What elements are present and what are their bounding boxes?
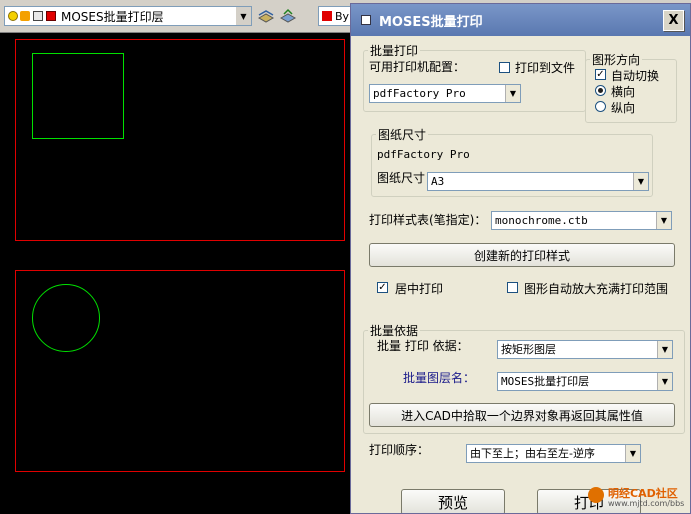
print-frame-bottom <box>15 270 345 472</box>
batch-layer-select[interactable]: MOSES批量打印层 ▼ <box>497 372 673 391</box>
portrait-radio[interactable] <box>595 101 606 112</box>
auto-fit-checkbox[interactable] <box>507 282 518 293</box>
site-watermark: 明经CAD社区 www.mjtd.com/bbs <box>588 485 688 511</box>
layer-color-swatch <box>46 11 56 21</box>
green-rectangle <box>32 53 124 139</box>
batch-basis-value: 按矩形图层 <box>501 343 556 356</box>
layer-previous-icon[interactable] <box>278 6 298 26</box>
watermark-logo-icon <box>588 487 604 503</box>
center-print-checkbox[interactable]: ✓ <box>377 282 388 293</box>
plot-style-value: monochrome.ctb <box>495 214 588 227</box>
batch-print-dialog: MOSES批量打印 X 批量打印 可用打印机配置： 打印到文件 pdfFacto… <box>350 3 691 514</box>
auto-fit-label: 图形自动放大充满打印范围 <box>524 282 669 296</box>
close-button[interactable]: X <box>663 10 684 31</box>
landscape-label: 横向 <box>611 85 636 99</box>
batch-layer-label: 批量图层名： <box>403 371 476 385</box>
chevron-down-icon: ▼ <box>657 373 672 390</box>
pick-boundary-button[interactable]: 进入CAD中拾取一个边界对象再返回其属性值 <box>369 403 675 427</box>
preview-button[interactable]: 预览 <box>401 489 505 513</box>
print-to-file-label: 打印到文件 <box>515 61 576 75</box>
batch-basis-select[interactable]: 按矩形图层 ▼ <box>497 340 673 359</box>
auto-switch-checkbox[interactable]: ✓ <box>595 69 606 80</box>
sun-icon <box>20 11 30 21</box>
paper-size-value: A3 <box>431 175 445 188</box>
lock-icon <box>33 11 43 21</box>
chevron-down-icon: ▼ <box>657 341 672 358</box>
color-swatch <box>322 11 332 21</box>
plot-style-label: 打印样式表(笔指定)： <box>369 213 487 227</box>
print-order-label: 打印顺序： <box>369 443 430 457</box>
chevron-down-icon: ▼ <box>633 173 648 190</box>
paper-size-select[interactable]: A3 ▼ <box>427 172 649 191</box>
printer-config-label: 可用打印机配置： <box>369 60 466 74</box>
landscape-radio[interactable] <box>595 85 606 96</box>
paper-size-legend: 图纸尺寸 <box>378 128 427 142</box>
chevron-down-icon: ▼ <box>505 85 520 102</box>
watermark-url: www.mjtd.com/bbs <box>608 499 685 508</box>
batch-print-legend: 批量打印 <box>370 44 419 58</box>
center-print-label: 居中打印 <box>395 282 444 296</box>
layer-states-icon[interactable] <box>256 6 276 26</box>
drawing-canvas[interactable] <box>0 34 360 514</box>
layer-dropdown-value: MOSES批量打印层 <box>61 9 164 24</box>
chevron-down-icon[interactable]: ▼ <box>235 7 251 25</box>
paper-size-label: 图纸尺寸 <box>377 171 426 185</box>
dialog-titlebar[interactable]: MOSES批量打印 X <box>351 4 690 36</box>
print-frame-top <box>15 39 345 241</box>
print-to-file-checkbox[interactable] <box>499 62 510 73</box>
create-plot-style-button[interactable]: 创建新的打印样式 <box>369 243 675 267</box>
dialog-title: MOSES批量打印 <box>379 14 483 30</box>
color-dropdown-value: By <box>335 9 350 23</box>
printer-select[interactable]: pdfFactory Pro ▼ <box>369 84 521 103</box>
batch-layer-value: MOSES批量打印层 <box>501 375 590 388</box>
paper-printer-name: pdfFactory Pro <box>377 148 470 161</box>
app-icon <box>361 15 371 25</box>
batch-basis-label: 批量 打印 依据： <box>377 339 469 353</box>
print-order-select[interactable]: 由下至上；由右至左-逆序 ▼ <box>466 444 641 463</box>
bulb-icon <box>8 11 18 21</box>
green-circle <box>32 284 100 352</box>
layer-dropdown[interactable]: MOSES批量打印层 ▼ <box>4 6 252 26</box>
printer-select-value: pdfFactory Pro <box>373 87 466 100</box>
chevron-down-icon: ▼ <box>625 445 640 462</box>
plot-style-select[interactable]: monochrome.ctb ▼ <box>491 211 672 230</box>
portrait-label: 纵向 <box>611 101 636 115</box>
orientation-legend: 图形方向 <box>592 53 641 67</box>
chevron-down-icon: ▼ <box>656 212 671 229</box>
auto-switch-label: 自动切换 <box>611 69 660 83</box>
print-order-value: 由下至上；由右至左-逆序 <box>470 447 595 460</box>
